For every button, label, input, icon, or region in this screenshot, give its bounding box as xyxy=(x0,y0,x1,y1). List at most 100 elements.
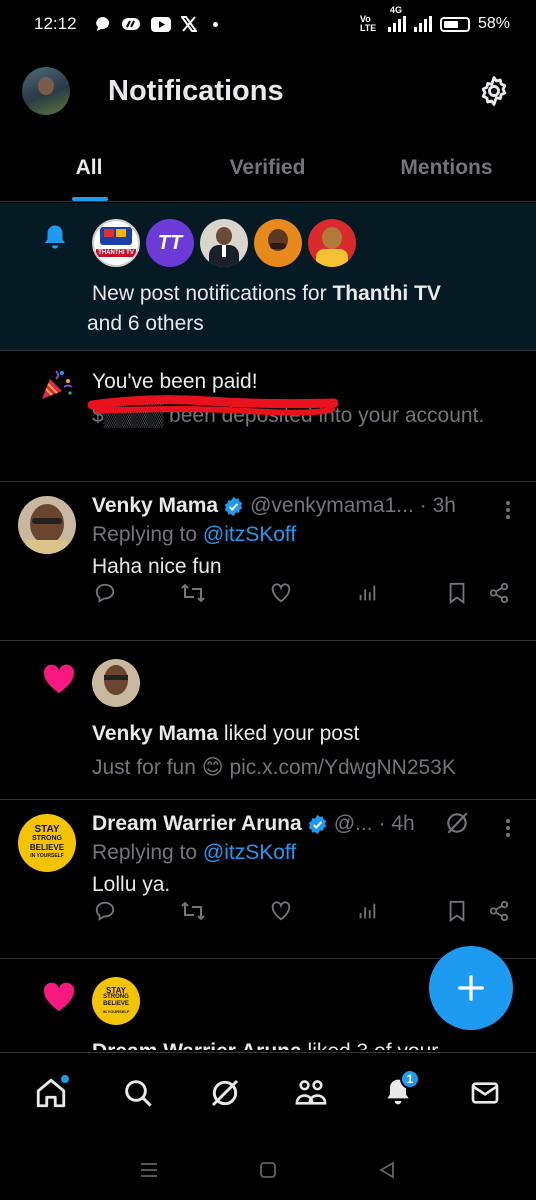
tab-verified[interactable]: Verified xyxy=(178,140,357,201)
bottom-navigation: 1 xyxy=(0,1052,536,1132)
notification-avatars: THANTHI TV TT xyxy=(92,219,514,267)
notification-reply-aruna[interactable]: STAY STRONG BELIEVE IN YOURSELF Dream Wa… xyxy=(0,800,536,959)
bell-icon xyxy=(45,225,65,249)
tweet-time: · 3h xyxy=(419,494,456,517)
new-post-suffix: and 6 others xyxy=(87,312,204,335)
tweet-text: Haha nice fun xyxy=(92,555,222,578)
tweet-header: Venky Mama @venkymama1... · 3h xyxy=(92,494,466,518)
nav-communities[interactable] xyxy=(289,1071,333,1115)
avatar-text-line-4: IN YOURSELF xyxy=(30,853,64,859)
signal-icon xyxy=(387,16,406,32)
notification-paid[interactable]: You've been paid! $▒▒▒▒ been deposited i… xyxy=(0,351,536,482)
avatar-dream-warrier-aruna-small[interactable]: STAY STRONG BELIEVE IN YOURSELF xyxy=(92,977,140,1025)
liker-name[interactable]: Dream Warrier Aruna xyxy=(92,1040,302,1050)
analytics-icon xyxy=(359,585,376,601)
party-popper-icon xyxy=(42,370,73,399)
bookmark-button[interactable] xyxy=(444,580,470,606)
nav-grok[interactable] xyxy=(203,1071,247,1115)
avatar-dream-warrier-aruna[interactable]: STAY STRONG BELIEVE IN YOURSELF xyxy=(18,814,76,872)
avatar-small-text-line-1: STAY xyxy=(105,986,126,995)
replying-to-handle[interactable]: @itzSKoff xyxy=(203,841,296,864)
like-action-text: liked your post xyxy=(218,722,360,745)
tab-all[interactable]: All xyxy=(0,140,178,201)
liked-post-preview: Just for fun 😊 pic.x.com/YdwgNN253K xyxy=(92,756,456,779)
youtube-icon xyxy=(150,16,171,32)
repost-button[interactable] xyxy=(180,898,206,924)
avatar-small-text-line-3: BELIEVE xyxy=(103,1001,129,1007)
avatar-tt[interactable]: TT xyxy=(146,219,194,267)
avatar-person-suit[interactable] xyxy=(200,219,248,267)
tab-mentions[interactable]: Mentions xyxy=(357,140,536,201)
avatar-venky-mama[interactable] xyxy=(18,496,76,554)
new-post-account: Thanthi TV xyxy=(332,282,441,305)
tweet-actions xyxy=(92,898,518,924)
back-icon[interactable] xyxy=(377,1160,397,1180)
recent-apps-icon[interactable] xyxy=(139,1160,159,1180)
gear-icon xyxy=(481,76,507,106)
avatar-small-text-line-2: STRONG xyxy=(103,994,129,1000)
replying-to-line: Replying to @itzSKoff xyxy=(92,520,466,550)
page-title: Notifications xyxy=(108,74,284,107)
analytics-icon xyxy=(359,903,376,919)
like-notification-text: Venky Mama liked your post xyxy=(92,719,514,749)
home-system-icon[interactable] xyxy=(258,1160,278,1180)
share-button[interactable] xyxy=(486,898,512,924)
more-options-button[interactable] xyxy=(506,498,514,522)
nav-search[interactable] xyxy=(116,1071,160,1115)
tweet-author-handle: @venkymama1... xyxy=(250,494,414,517)
tweet-author-name[interactable]: Venky Mama xyxy=(92,494,218,518)
tweet-author-handle: @... xyxy=(333,812,373,835)
signal-icon-2 xyxy=(413,16,432,32)
replying-to-prefix: Replying to xyxy=(92,841,203,864)
bookmark-icon xyxy=(449,900,465,922)
tweet-text: Lollu ya. xyxy=(92,873,171,896)
reply-button[interactable] xyxy=(92,580,118,606)
mail-icon xyxy=(471,1081,498,1104)
share-icon xyxy=(489,582,509,604)
app-header: Notifications xyxy=(0,56,536,126)
notification-new-posts[interactable]: THANTHI TV TT New post notifications for… xyxy=(0,203,536,351)
profile-avatar[interactable] xyxy=(22,67,70,115)
nav-notifications[interactable]: 1 xyxy=(376,1068,420,1115)
notification-count-badge: 1 xyxy=(399,1068,420,1089)
new-post-prefix: New post notifications for xyxy=(92,282,333,305)
avatar-text-line-3: BELIEVE xyxy=(29,843,65,852)
notification-reply-venky[interactable]: Venky Mama @venkymama1... · 3h Replying … xyxy=(0,482,536,641)
like-button[interactable] xyxy=(268,898,294,924)
battery-icon xyxy=(439,16,470,32)
avatar-small-text-line-4: IN YOURSELF xyxy=(102,1009,130,1014)
views-button[interactable] xyxy=(354,580,380,606)
like-action-text: liked 3 of your xyxy=(302,1040,439,1050)
search-icon xyxy=(125,1079,152,1107)
avatar-venky-mama-small[interactable] xyxy=(92,659,140,707)
share-button[interactable] xyxy=(486,580,512,606)
liker-name[interactable]: Venky Mama xyxy=(92,722,218,745)
avatar-person-orange[interactable] xyxy=(254,219,302,267)
notification-feed[interactable]: THANTHI TV TT New post notifications for… xyxy=(0,203,536,1050)
more-options-button[interactable] xyxy=(506,816,514,840)
more-notifications-dot-icon xyxy=(212,21,218,27)
x-logo-icon xyxy=(180,16,197,32)
verified-badge-icon xyxy=(308,814,326,834)
tweet-actions xyxy=(92,580,518,606)
reply-button[interactable] xyxy=(92,898,118,924)
nav-home[interactable] xyxy=(29,1071,73,1115)
avatar-thanthi-tv[interactable]: THANTHI TV xyxy=(92,219,140,267)
repost-button[interactable] xyxy=(180,580,206,606)
like-button[interactable] xyxy=(268,580,294,606)
avatar-thanthi-label: THANTHI TV xyxy=(96,249,136,257)
nav-messages[interactable] xyxy=(463,1071,507,1115)
replying-to-handle[interactable]: @itzSKoff xyxy=(203,523,296,546)
replying-to-line: Replying to @itzSKoff xyxy=(92,838,466,868)
reply-icon xyxy=(95,583,115,603)
avatar-person-red[interactable] xyxy=(308,219,356,267)
avatar-text-line-2: STRONG xyxy=(32,835,62,842)
bookmark-button[interactable] xyxy=(444,898,470,924)
notification-like-venky[interactable]: Venky Mama liked your post Just for fun … xyxy=(0,641,536,800)
grok-icon[interactable] xyxy=(444,810,470,836)
settings-button[interactable] xyxy=(474,71,514,111)
views-button[interactable] xyxy=(354,898,380,924)
compose-post-button[interactable] xyxy=(429,946,513,1030)
tweet-author-name[interactable]: Dream Warrier Aruna xyxy=(92,812,302,836)
paid-title: You've been paid! xyxy=(92,370,258,393)
